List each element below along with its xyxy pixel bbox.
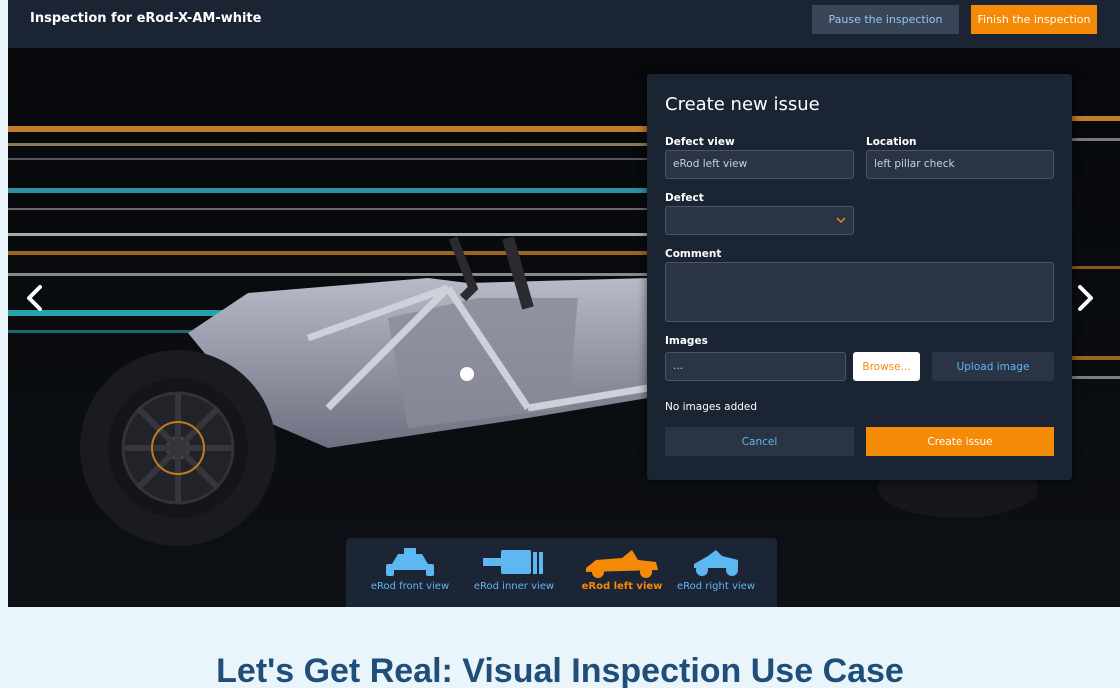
dialog-title: Create new issue bbox=[665, 94, 820, 115]
inspection-app: Inspection for eRod-X-AM-white Pause the… bbox=[8, 0, 1120, 607]
images-label: Images bbox=[665, 335, 708, 347]
view-label: eRod front view bbox=[370, 581, 450, 592]
browse-button[interactable]: Browse... bbox=[853, 352, 920, 381]
view-selector: eRod front view eRod inner view eRod lef… bbox=[346, 538, 777, 607]
next-view-arrow-icon[interactable] bbox=[1070, 283, 1100, 313]
view-item-right[interactable]: eRod right view bbox=[666, 546, 766, 602]
cancel-button[interactable]: Cancel bbox=[665, 427, 854, 456]
slide-caption: Let's Get Real: Visual Inspection Use Ca… bbox=[216, 652, 904, 688]
car-inner-icon bbox=[483, 550, 543, 574]
view-item-front[interactable]: eRod front view bbox=[360, 546, 460, 602]
comment-textarea[interactable] bbox=[665, 262, 1054, 322]
defect-label: Defect bbox=[665, 192, 704, 204]
top-bar: Inspection for eRod-X-AM-white Pause the… bbox=[8, 0, 1120, 48]
create-issue-button[interactable]: Create issue bbox=[866, 427, 1054, 456]
create-issue-dialog: Create new issue Defect view eRod left v… bbox=[647, 74, 1072, 480]
pause-inspection-button[interactable]: Pause the inspection bbox=[812, 5, 959, 34]
view-item-inner[interactable]: eRod inner view bbox=[464, 546, 564, 602]
defect-view-field[interactable]: eRod left view bbox=[665, 150, 854, 179]
upload-image-button[interactable]: Upload image bbox=[932, 352, 1054, 381]
finish-inspection-button[interactable]: Finish the inspection bbox=[971, 5, 1097, 34]
comment-label: Comment bbox=[665, 248, 722, 260]
no-images-text: No images added bbox=[665, 401, 758, 413]
defect-view-label: Defect view bbox=[665, 136, 735, 148]
chevron-down-icon bbox=[836, 217, 846, 224]
car-front-icon bbox=[386, 548, 434, 576]
view-item-left[interactable]: eRod left view bbox=[572, 546, 672, 602]
inspection-hotspot[interactable] bbox=[460, 367, 474, 381]
location-label: Location bbox=[866, 136, 917, 148]
view-label: eRod left view bbox=[581, 581, 663, 592]
car-right-icon bbox=[694, 550, 738, 576]
location-field[interactable]: left pillar check bbox=[866, 150, 1054, 179]
page-title: Inspection for eRod-X-AM-white bbox=[30, 11, 262, 26]
car-left-icon bbox=[586, 550, 658, 578]
image-file-field[interactable]: ... bbox=[665, 352, 846, 381]
previous-view-arrow-icon[interactable] bbox=[20, 283, 50, 313]
view-label: eRod right view bbox=[677, 581, 755, 592]
defect-select[interactable] bbox=[665, 206, 854, 235]
view-label: eRod inner view bbox=[473, 581, 555, 592]
